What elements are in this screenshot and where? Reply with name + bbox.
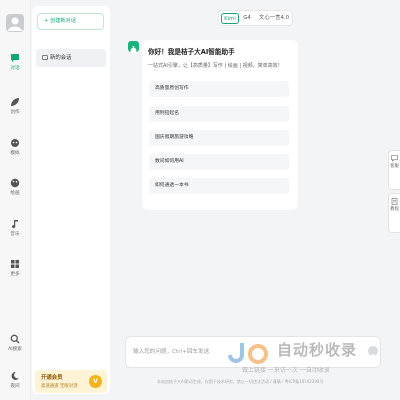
model-tabs: Kimi G4 文心一言4.0 (218, 10, 293, 26)
chat-icon (11, 54, 19, 62)
moon-icon (11, 371, 19, 380)
tab-kimi[interactable]: Kimi (221, 13, 239, 24)
document-icon (391, 198, 398, 205)
rail-label: AI搜索 (8, 347, 22, 352)
send-icon (370, 353, 376, 359)
tab-wenxin[interactable]: 文心一言4.0 (256, 13, 292, 24)
icon-rail: 对话 创作 模拟 绘画 音乐 更多 AI搜索 夜间 (0, 0, 31, 400)
bot-avatar-icon (128, 41, 139, 54)
float-label: 教程 (390, 207, 399, 212)
suggestion-item[interactable]: 数间如何用AI (149, 154, 289, 170)
suggestion-item[interactable]: 如何通透一本书 (149, 178, 289, 194)
chat-bubble-icon (391, 155, 398, 162)
welcome-title: 你好！我是桔子大AI智能助手 (148, 48, 235, 56)
music-icon (12, 220, 18, 229)
rail-label: 绘画 (10, 191, 20, 196)
tutorial-button[interactable]: 教程 (388, 193, 400, 233)
suggestion-item[interactable]: 用例铅起名 (149, 106, 289, 122)
conversation-label: 新的会话 (50, 55, 72, 61)
rail-label: 更多 (10, 272, 20, 277)
welcome-card: 你好！我是桔子大AI智能助手 一站式AI引擎，让【高质量】写作 | 绘画 | 视… (142, 40, 298, 210)
palette-icon (10, 178, 20, 188)
rail-label: 模拟 (10, 151, 20, 156)
rail-label: 夜间 (10, 384, 20, 389)
theme-toggle[interactable]: 夜间 (0, 371, 30, 389)
tab-g4[interactable]: G4 (240, 13, 254, 24)
new-chat-button[interactable]: + 创建新对话 (37, 13, 104, 30)
welcome-subtitle: 一站式AI引擎，让【高质量】写作 | 绘画 | 视频，简单高效！ (148, 63, 283, 69)
float-label: 客服 (390, 164, 399, 169)
rail-item-simulate[interactable]: 模拟 (0, 138, 30, 156)
rail-label: 对话 (10, 66, 20, 71)
rail-item-music[interactable]: 音乐 (0, 219, 30, 237)
vip-badge-icon: V (89, 375, 102, 388)
vip-subtitle: 高速通道 无限对话 (41, 384, 78, 389)
avatar[interactable] (6, 14, 24, 32)
rail-item-ai-search[interactable]: AI搜索 (0, 334, 30, 352)
customer-service-button[interactable]: 客服 (388, 150, 400, 190)
rail-item-chat[interactable]: 对话 (0, 53, 30, 71)
rail-item-paint[interactable]: 绘画 (0, 178, 30, 196)
rail-item-create[interactable]: 创作 (0, 97, 30, 115)
chat-input[interactable]: 输入您的问题，Ctrl+回车发送 (125, 336, 381, 368)
send-button[interactable] (368, 346, 378, 359)
feather-icon (11, 98, 19, 106)
vip-banner[interactable]: 开通会员 高速通道 无限对话 V (35, 370, 107, 393)
suggestion-item[interactable]: 国庆假期旅游攻略 (149, 130, 289, 146)
rail-item-more[interactable]: 更多 (0, 259, 30, 277)
mask-icon (11, 139, 19, 147)
footer-note: 本站由桔子大AI驱动生成，仅限于技术研究，禁止一切违法活动 / 谨慎 / 粤IC… (157, 379, 324, 384)
conversation-item[interactable]: 新的会话 (36, 49, 106, 67)
suggestion-item[interactable]: 高质量原创写作 (149, 81, 289, 97)
search-icon (10, 334, 20, 344)
rail-label: 音乐 (10, 232, 20, 237)
user-icon (8, 17, 22, 31)
grid-icon (11, 260, 19, 268)
chat-icon (42, 54, 48, 60)
conversation-sidebar: + 创建新对话 新的会话 开通会员 高速通道 无限对话 V (32, 6, 110, 394)
vip-title: 开通会员 (41, 375, 63, 381)
rail-label: 创作 (10, 110, 20, 115)
